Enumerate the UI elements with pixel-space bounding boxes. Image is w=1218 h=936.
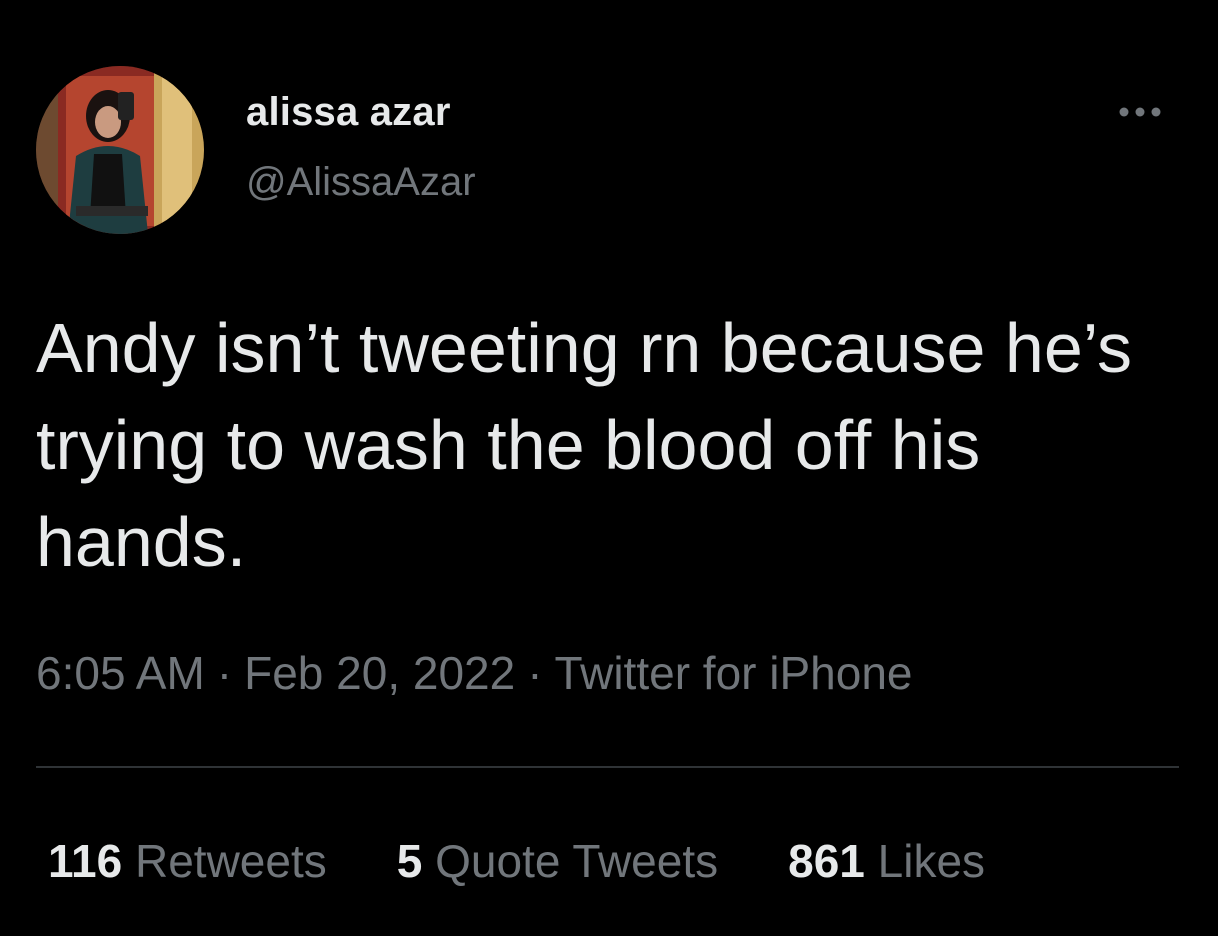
quote-tweets-count: 5: [396, 835, 423, 887]
retweets-count: 116: [48, 835, 123, 887]
retweets-stat[interactable]: 116 Retweets: [48, 834, 327, 888]
display-name[interactable]: alissa azar: [246, 90, 451, 135]
divider: [36, 766, 1179, 768]
likes-stat[interactable]: 861 Likes: [788, 834, 985, 888]
avatar[interactable]: [36, 66, 204, 234]
tweet-stats: 116 Retweets 5 Quote Tweets 861 Likes: [48, 834, 985, 888]
tweet-source[interactable]: Twitter for iPhone: [555, 647, 913, 699]
user-handle[interactable]: @AlissaAzar: [246, 160, 476, 205]
profile-photo-icon: [36, 66, 204, 234]
quote-tweets-label: Quote Tweets: [435, 835, 719, 887]
tweet-text: Andy isn’t tweeting rn because he’s tryi…: [36, 309, 1133, 581]
tweet-metadata: 6:05 AM · Feb 20, 2022 · Twitter for iPhone: [36, 646, 912, 700]
likes-label: Likes: [877, 835, 986, 887]
separator: ·: [527, 647, 543, 699]
retweets-label: Retweets: [135, 835, 327, 887]
quote-tweets-stat[interactable]: 5 Quote Tweets: [397, 834, 718, 888]
tweet-date[interactable]: Feb 20, 2022: [244, 647, 515, 699]
more-options-button[interactable]: [1112, 96, 1176, 128]
likes-count: 861: [788, 835, 865, 887]
tweet-time[interactable]: 6:05 AM: [36, 647, 205, 699]
separator: ·: [216, 647, 233, 699]
more-horizontal-icon: [1119, 107, 1161, 117]
